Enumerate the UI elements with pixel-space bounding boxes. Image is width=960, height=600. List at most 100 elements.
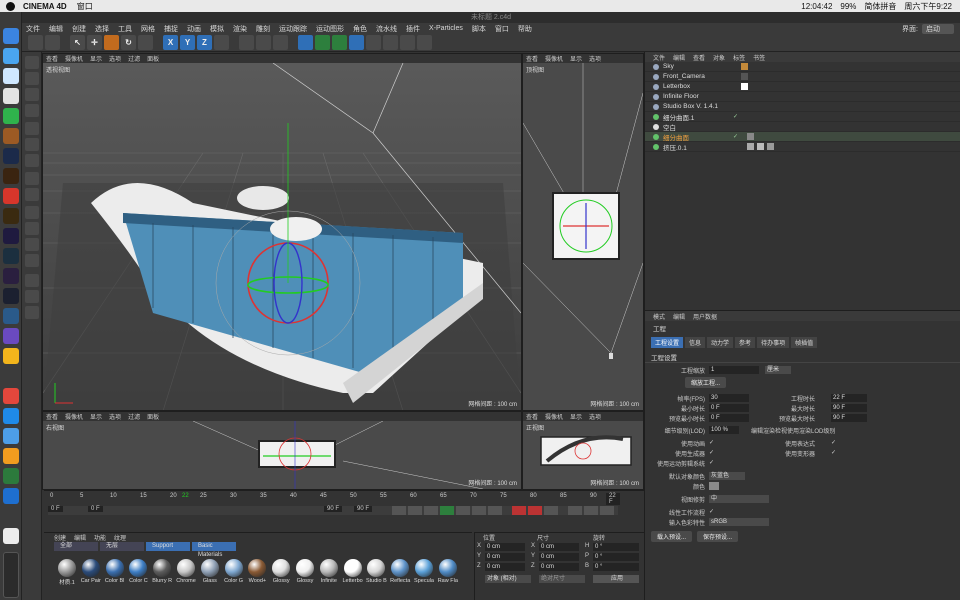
- menu-animate[interactable]: 动画: [187, 24, 201, 34]
- save-preset-button[interactable]: 保存预设...: [697, 531, 739, 542]
- soft-selection-icon[interactable]: [25, 238, 39, 251]
- tag-icon[interactable]: [767, 143, 774, 150]
- document-icon[interactable]: [3, 528, 19, 544]
- apply-button[interactable]: 应用: [593, 575, 639, 583]
- material-swatch[interactable]: Specula: [413, 559, 435, 584]
- autokey-icon[interactable]: [528, 506, 542, 515]
- layers-icon[interactable]: [25, 290, 39, 303]
- menu-plugins[interactable]: 插件: [406, 24, 420, 34]
- vp-menu-view[interactable]: 查看: [526, 412, 538, 421]
- coordinate-system-icon[interactable]: [214, 35, 229, 50]
- scale-tool-icon[interactable]: [104, 35, 119, 50]
- cinema4d-icon[interactable]: [3, 288, 19, 304]
- material-swatch[interactable]: Glossy: [294, 559, 316, 584]
- tag-icon[interactable]: [757, 143, 764, 150]
- unit-select[interactable]: 厘米: [765, 366, 791, 374]
- points-mode-icon[interactable]: [25, 122, 39, 135]
- use-expression-checkbox[interactable]: ✓: [831, 439, 836, 446]
- object-row[interactable]: Sky: [645, 62, 960, 72]
- vp-menu-filter[interactable]: 过滤: [128, 54, 140, 63]
- material-swatch[interactable]: Chrome: [175, 559, 197, 584]
- material-swatch[interactable]: Color Bl: [104, 559, 126, 584]
- end-frame-field[interactable]: 22 F: [606, 493, 620, 505]
- om-menu-edit[interactable]: 编辑: [673, 53, 685, 62]
- object-row[interactable]: Front_Camera: [645, 72, 960, 82]
- am-menu-edit[interactable]: 编辑: [673, 312, 685, 321]
- material-swatch[interactable]: Studio B: [365, 559, 387, 584]
- menu-create[interactable]: 创建: [72, 24, 86, 34]
- battery-status[interactable]: 99%: [840, 2, 856, 11]
- tab-dynamics[interactable]: 动力学: [707, 337, 734, 348]
- photoshop-icon[interactable]: [3, 148, 19, 164]
- vp-menu-view[interactable]: 查看: [46, 54, 58, 63]
- go-to-end-icon[interactable]: [488, 506, 502, 515]
- polygons-mode-icon[interactable]: [25, 154, 39, 167]
- tab-no-layer[interactable]: 无层: [100, 542, 144, 551]
- material-swatch[interactable]: Wood+: [246, 559, 268, 584]
- tab-basic-materials[interactable]: Basic Materials: [192, 542, 236, 558]
- om-menu-bookmarks[interactable]: 书签: [753, 53, 765, 62]
- nurbs-icon[interactable]: [332, 35, 347, 50]
- rotate-tool-icon[interactable]: ↻: [121, 35, 136, 50]
- load-preset-button[interactable]: 载入预设...: [651, 531, 693, 542]
- vp-menu-view[interactable]: 查看: [526, 54, 538, 63]
- go-to-start-icon[interactable]: [392, 506, 406, 515]
- vp-menu-options[interactable]: 选项: [109, 412, 121, 421]
- rotation-p-field[interactable]: 0 °: [593, 553, 639, 561]
- material-swatch[interactable]: 材质.1: [56, 559, 78, 586]
- make-editable-icon[interactable]: [25, 56, 39, 69]
- object-row[interactable]: 空白: [645, 122, 960, 132]
- target-tag-icon[interactable]: [741, 73, 748, 80]
- vp-menu-filter[interactable]: 过滤: [128, 412, 140, 421]
- preview-max-field[interactable]: 90 F: [831, 414, 867, 422]
- app-icon-8[interactable]: [3, 488, 19, 504]
- view-clipping-select[interactable]: 中: [709, 495, 769, 503]
- current-frame-marker[interactable]: 22: [182, 493, 189, 499]
- app-menu[interactable]: CINEMA 4D: [23, 2, 67, 11]
- app-icon-3[interactable]: [3, 388, 19, 404]
- use-motion-system-checkbox[interactable]: ✓: [709, 459, 714, 466]
- max-frame-field[interactable]: 90 F: [324, 506, 343, 512]
- front-viewport[interactable]: 查看 摄像机 显示 选项 正视图 网格间距 : 100 cm: [522, 411, 644, 490]
- mm-menu-texture[interactable]: 纹理: [114, 533, 126, 542]
- max-frame-field-2[interactable]: 90 F: [354, 506, 373, 512]
- position-key-icon[interactable]: [568, 506, 582, 515]
- layout-select[interactable]: 启动: [922, 23, 954, 34]
- axis-z-button[interactable]: Z: [197, 35, 212, 50]
- menu-tools[interactable]: 工具: [118, 24, 132, 34]
- om-menu-view[interactable]: 查看: [693, 53, 705, 62]
- prev-key-icon[interactable]: [408, 506, 422, 515]
- render-settings-icon[interactable]: [273, 35, 288, 50]
- tab-referencing[interactable]: 参考: [735, 337, 756, 348]
- check-icon[interactable]: ✓: [733, 133, 738, 140]
- wechat-icon[interactable]: [3, 108, 19, 124]
- deformer-icon[interactable]: [366, 35, 381, 50]
- vp-menu-view[interactable]: 查看: [46, 412, 58, 421]
- mm-menu-edit[interactable]: 编辑: [74, 533, 86, 542]
- use-generators-checkbox[interactable]: ✓: [709, 449, 714, 456]
- workplane-icon[interactable]: [25, 104, 39, 117]
- magnet-icon[interactable]: [25, 254, 39, 267]
- spline-icon[interactable]: [315, 35, 330, 50]
- mm-menu-function[interactable]: 功能: [94, 533, 106, 542]
- top-viewport[interactable]: 查看 摄像机 显示 选项 顶视图 网格间距 : 100 cm: [522, 53, 644, 411]
- use-animation-checkbox[interactable]: ✓: [709, 439, 714, 446]
- size-x-field[interactable]: 0 cm: [539, 543, 579, 551]
- material-tag-icon[interactable]: [741, 83, 748, 90]
- keyframe-selection-icon[interactable]: [544, 506, 558, 515]
- size-mode-select[interactable]: 绝对尺寸: [539, 575, 585, 583]
- bridge-icon[interactable]: [3, 208, 19, 224]
- rotation-b-field[interactable]: 0 °: [593, 563, 639, 571]
- perspective-viewport[interactable]: 查看 摄像机 显示 选项 过滤 面板 透视视图 网格间距: 100 cm: [42, 53, 522, 411]
- right-viewport[interactable]: 查看 摄像机 显示 选项 过滤 面板 右视图 网格间距 : 100 cm: [42, 411, 522, 490]
- record-icon[interactable]: [512, 506, 526, 515]
- tab-info[interactable]: 信息: [685, 337, 706, 348]
- snap-icon[interactable]: [25, 206, 39, 219]
- material-swatch[interactable]: Car Pair: [80, 559, 102, 584]
- edges-mode-icon[interactable]: [25, 138, 39, 151]
- om-menu-file[interactable]: 文件: [653, 53, 665, 62]
- menu-window[interactable]: 窗口: [495, 24, 509, 34]
- timeline-range-bar[interactable]: 0 F 0 F 90 F 90 F: [48, 506, 618, 515]
- cube-icon[interactable]: [298, 35, 313, 50]
- size-y-field[interactable]: 0 cm: [539, 553, 579, 561]
